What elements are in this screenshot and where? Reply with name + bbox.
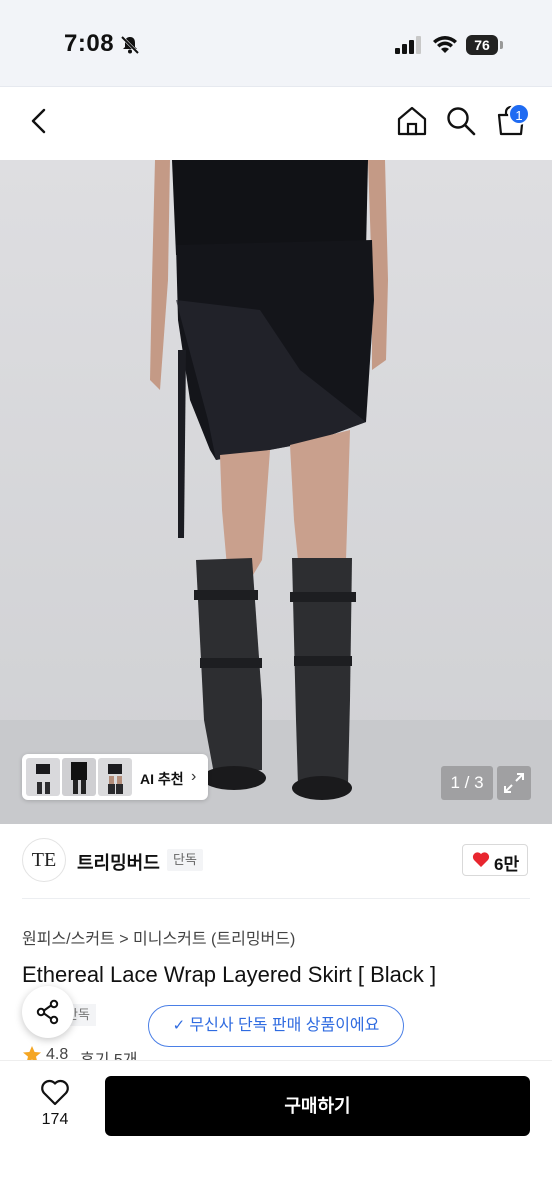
fullscreen-icon[interactable] xyxy=(497,766,531,800)
heart-outline-icon[interactable] xyxy=(40,1078,70,1106)
back-icon[interactable] xyxy=(22,104,56,138)
brand-like-count[interactable]: 6만 xyxy=(494,850,519,875)
chevron-right-icon[interactable]: › xyxy=(191,768,196,786)
battery-level: 76 xyxy=(466,35,498,55)
home-icon[interactable] xyxy=(395,104,429,138)
thumbnail-1[interactable] xyxy=(26,758,60,796)
bell-muted-icon xyxy=(120,35,140,55)
thumbnail-2[interactable] xyxy=(62,758,96,796)
battery-tip xyxy=(500,41,503,49)
exclusive-badge: 단독 xyxy=(167,849,203,871)
signal-icon xyxy=(395,36,421,54)
product-image[interactable] xyxy=(0,160,552,824)
check-icon: ✓ xyxy=(172,1017,190,1034)
image-page-indicator: 1 / 3 xyxy=(441,766,493,800)
search-icon[interactable] xyxy=(444,104,478,138)
breadcrumb[interactable]: 원피스/스커트 > 미니스커트 (트리밍버드) xyxy=(22,925,295,949)
divider xyxy=(22,898,530,899)
cart-count-badge: 1 xyxy=(508,103,530,125)
heart-filled-icon[interactable] xyxy=(472,851,490,868)
wifi-icon xyxy=(433,36,457,53)
product-title: Ethereal Lace Wrap Layered Skirt [ Black… xyxy=(22,962,437,987)
thumbnail-3[interactable] xyxy=(98,758,132,796)
battery-icon: 76 xyxy=(466,35,504,55)
buy-button[interactable]: 구매하기 xyxy=(105,1076,530,1136)
brand-name[interactable]: 트리밍버드 xyxy=(77,849,160,875)
wish-count: 174 xyxy=(41,1111,69,1128)
exclusive-notice-text: 무신사 단독 판매 상품이에요 xyxy=(189,1017,380,1034)
share-button[interactable] xyxy=(22,986,74,1038)
exclusive-notice-pill: ✓ 무신사 단독 판매 상품이에요 xyxy=(148,1005,404,1047)
ai-recommend-label[interactable]: AI 추천 xyxy=(140,769,184,789)
brand-logo[interactable]: TE xyxy=(22,838,66,882)
share-icon xyxy=(36,999,59,1025)
status-time: 7:08 xyxy=(64,30,115,57)
